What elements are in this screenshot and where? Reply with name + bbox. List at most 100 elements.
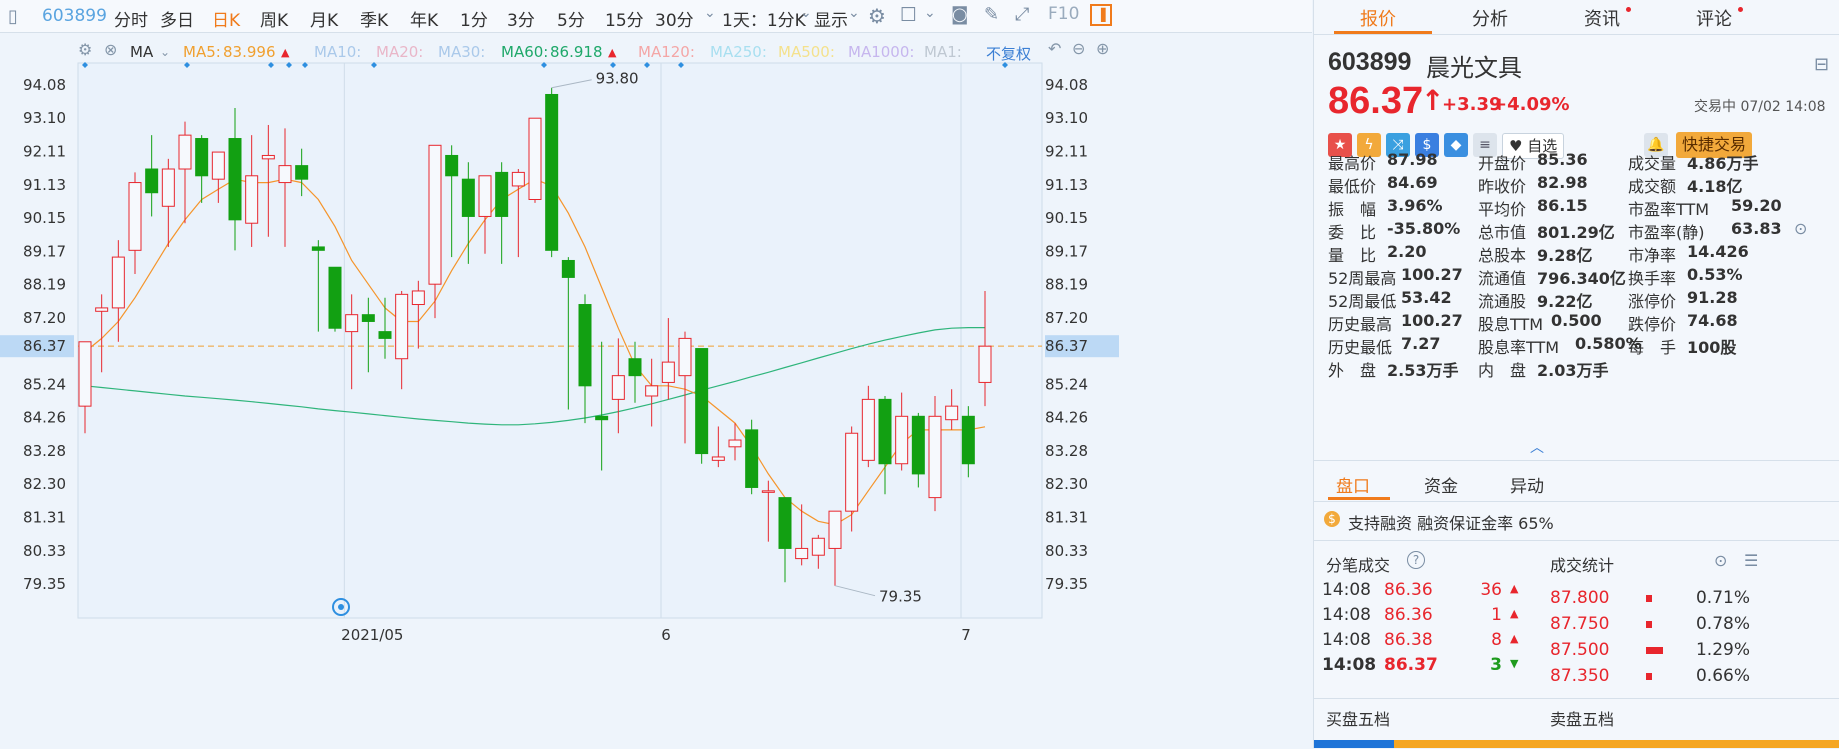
period-tab-yearly[interactable]: 年K	[410, 6, 438, 31]
candle-body	[728, 439, 742, 448]
kline-chart-area[interactable]: ⚙ ⊗ MA ⌄ MA5: 83.996 ▲ MA10: MA20: MA30: MA60:…	[0, 33, 1312, 748]
tab-quote[interactable]: 报价	[1360, 5, 1396, 31]
quote-value: 3.96%	[1387, 196, 1443, 215]
tick-vol: 8	[1491, 630, 1502, 650]
quote-label: 最高价	[1328, 154, 1377, 173]
kline-svg[interactable]: 94.08 94.08 93.10 93.10 92.11 92.11 91.13 91.13…	[0, 33, 1312, 748]
camera-icon[interactable]: ◙	[951, 4, 968, 25]
period-tab-weekly[interactable]: 周K	[260, 6, 288, 31]
panel-toggle-icon[interactable]: ▐	[1090, 4, 1112, 26]
candle-body	[311, 246, 325, 251]
candle-body	[561, 259, 575, 278]
period-tab-15min[interactable]: 15分	[605, 6, 644, 31]
candle-body	[328, 266, 342, 329]
quote-label: 量 比	[1328, 246, 1377, 265]
quote-label: 委 比	[1328, 223, 1377, 242]
sell5-title: 卖盘五档	[1550, 710, 1615, 729]
settings-gear-icon[interactable]: ⚙	[868, 4, 886, 28]
y-tick-right: 82.30	[1045, 475, 1088, 493]
y-tick-left: 82.30	[23, 475, 66, 493]
chevron-down-icon[interactable]: ⌄	[800, 5, 812, 21]
square-tool-icon[interactable]: ☐	[900, 4, 917, 26]
quote-label: 跌停价	[1628, 315, 1677, 334]
period-tab-intraday[interactable]: 分时	[114, 6, 148, 31]
tick-vol: 36	[1480, 580, 1502, 600]
tab-analysis[interactable]: 分析	[1472, 5, 1508, 31]
detail-icon[interactable]: ⊟	[1814, 54, 1829, 75]
list-icon[interactable]: ☰	[1744, 551, 1758, 570]
period-tab-daily[interactable]: 日K	[212, 6, 240, 31]
f10-icon[interactable]: F10	[1048, 4, 1079, 24]
tick-price: 86.37	[1384, 655, 1438, 675]
arrow-up-icon: ↑	[1421, 84, 1445, 117]
quote-value: 85.36	[1537, 150, 1588, 169]
subtab-funds[interactable]: 资金	[1424, 472, 1458, 497]
quote-label: 开盘价	[1478, 154, 1527, 173]
tick-vol: 3	[1490, 655, 1502, 675]
candle-body	[228, 138, 242, 221]
subtab-anomaly[interactable]: 异动	[1510, 472, 1544, 497]
period-tab-30min[interactable]: 30分	[655, 6, 694, 31]
quote-label: 涨停价	[1628, 292, 1677, 311]
tab-news[interactable]: 资讯	[1584, 5, 1620, 31]
interval-select[interactable]: 1天：1分K	[722, 6, 806, 31]
candle-body	[695, 348, 709, 455]
y-tick-left: 90.15	[23, 209, 66, 227]
quote-panel: 报价 分析 资讯 评论 603899 晨光文具 ⊟ 86.37 ↑ +3.39 …	[1313, 0, 1839, 748]
stat-price: 87.500	[1550, 640, 1610, 660]
help-icon[interactable]: ?	[1407, 551, 1425, 569]
tag-icon[interactable]: ◆	[1444, 133, 1468, 157]
quote-label: 股息TTM	[1478, 315, 1544, 334]
pencil-icon[interactable]: ✎	[984, 4, 999, 25]
quote-label: 历史最高	[1328, 315, 1393, 334]
event-at-icon-dot	[338, 604, 344, 610]
y-tick-left: 81.31	[23, 509, 66, 527]
collapse-chevron-icon[interactable]: ︿	[1530, 437, 1544, 457]
quote-label: 换手率	[1628, 269, 1677, 288]
news-unread-dot	[1626, 7, 1631, 12]
subtabs	[1314, 460, 1839, 501]
candle-body	[211, 151, 225, 180]
quote-value: 2.53万手	[1387, 361, 1459, 380]
candle-body	[778, 497, 792, 549]
stock-name: 晨光文具	[1426, 54, 1522, 82]
sidebar-toggle-icon[interactable]: ▯	[8, 6, 18, 27]
quote-value: 100股	[1687, 338, 1737, 357]
fullscreen-icon[interactable]: ⤢	[1015, 4, 1029, 25]
quote-label: 历史最低	[1328, 338, 1393, 357]
period-tab-3min[interactable]: 3分	[507, 6, 535, 31]
subtab-orderbook[interactable]: 盘口	[1336, 472, 1370, 497]
candle-body	[411, 290, 425, 306]
candle-body	[895, 415, 909, 465]
chevron-down-icon[interactable]: ⌄	[848, 5, 860, 21]
candle-body	[645, 385, 659, 397]
y-tick-right: 79.35	[1045, 575, 1088, 593]
tab-comments[interactable]: 评论	[1696, 5, 1732, 31]
quote-label: 市盈率TTM	[1628, 200, 1710, 219]
candle-body	[528, 117, 542, 201]
candle-body	[861, 398, 875, 461]
candle-body	[611, 375, 625, 400]
period-tab-1min[interactable]: 1分	[460, 6, 488, 31]
quote-value: 2.20	[1387, 242, 1427, 261]
period-tab-monthly[interactable]: 月K	[310, 6, 338, 31]
quote-label: 外 盘	[1328, 361, 1377, 380]
info-circle-icon[interactable]: ⊙	[1794, 219, 1807, 238]
y-tick-right: 83.28	[1045, 442, 1088, 460]
period-tab-5min[interactable]: 5分	[557, 6, 585, 31]
y-tick-left: 89.17	[23, 242, 66, 260]
x-axis-label: 2021/05	[341, 626, 403, 644]
quote-value: 9.28亿	[1537, 246, 1593, 265]
stat-pct: 0.66%	[1695, 666, 1750, 686]
period-tab-quarterly[interactable]: 季K	[360, 6, 388, 31]
y-tick-left: 80.33	[23, 542, 66, 560]
quote-label: 总股本	[1478, 246, 1527, 265]
quote-label: 总市值	[1478, 223, 1527, 242]
display-menu[interactable]: 显示	[814, 6, 848, 31]
chevron-down-icon[interactable]: ⌄	[924, 5, 936, 21]
quote-value: 63.83	[1731, 219, 1782, 238]
more-options-icon[interactable]: ⊙	[1714, 551, 1727, 570]
period-tab-multiday[interactable]: 多日	[160, 6, 194, 31]
candle-body	[628, 358, 642, 377]
chevron-down-icon[interactable]: ⌄	[704, 5, 716, 21]
